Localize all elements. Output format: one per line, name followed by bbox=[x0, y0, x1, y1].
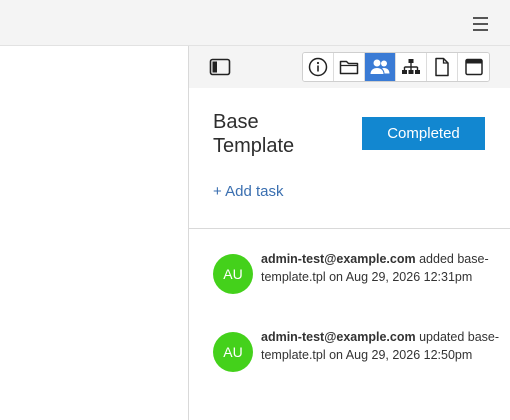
activity-user: admin-test@example.com bbox=[261, 252, 416, 266]
activity-text: admin-test@example.com added base-templa… bbox=[261, 250, 501, 286]
panel-tab-group bbox=[302, 52, 490, 82]
top-bar bbox=[0, 0, 510, 46]
info-icon bbox=[308, 57, 328, 77]
task-header: Base Template Completed + Add task bbox=[189, 88, 510, 229]
calendar-icon bbox=[464, 58, 483, 76]
panel-toolbar bbox=[189, 46, 510, 88]
users-icon bbox=[370, 59, 390, 74]
folder-icon bbox=[339, 60, 359, 75]
activity-item: AU admin-test@example.com added base-tem… bbox=[213, 252, 503, 314]
left-pane bbox=[0, 46, 189, 420]
tab-info[interactable] bbox=[303, 53, 334, 81]
tab-hierarchy[interactable] bbox=[396, 53, 427, 81]
completed-status-button[interactable]: Completed bbox=[362, 117, 485, 150]
document-icon bbox=[435, 57, 449, 77]
hamburger-menu-icon[interactable] bbox=[473, 17, 489, 31]
add-task-link[interactable]: + Add task bbox=[213, 183, 283, 200]
sidebar-toggle-icon[interactable] bbox=[209, 57, 231, 77]
page-title: Base Template bbox=[213, 111, 295, 157]
avatar: AU bbox=[213, 254, 253, 294]
avatar: AU bbox=[213, 332, 253, 372]
tab-documents[interactable] bbox=[427, 53, 458, 81]
hierarchy-icon bbox=[402, 59, 420, 74]
details-panel: Base Template Completed + Add task AU ad… bbox=[189, 46, 510, 420]
activity-action: added bbox=[419, 252, 454, 266]
tab-users[interactable] bbox=[365, 53, 396, 81]
activity-item: AU admin-test@example.com updated base-t… bbox=[213, 330, 503, 392]
activity-user: admin-test@example.com bbox=[261, 330, 416, 344]
activity-text: admin-test@example.com updated base-temp… bbox=[261, 328, 501, 364]
tab-files[interactable] bbox=[334, 53, 365, 81]
tab-calendar[interactable] bbox=[458, 53, 489, 81]
activity-action: updated bbox=[419, 330, 465, 344]
